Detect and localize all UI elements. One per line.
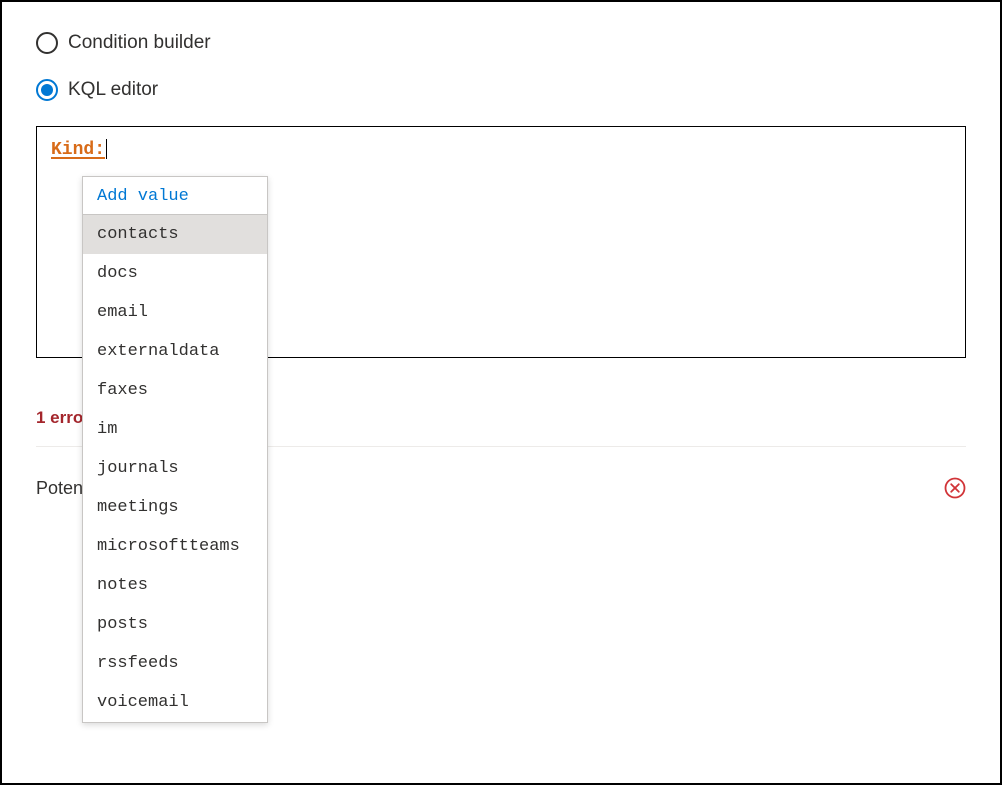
- close-icon[interactable]: [944, 477, 966, 499]
- dropdown-item-journals[interactable]: journals: [83, 449, 267, 488]
- dropdown-header: Add value: [83, 177, 267, 215]
- dropdown-item-posts[interactable]: posts: [83, 605, 267, 644]
- autocomplete-dropdown: Add value contactsdocsemailexternaldataf…: [82, 176, 268, 723]
- dropdown-item-microsoftteams[interactable]: microsoftteams: [83, 527, 267, 566]
- dropdown-item-rssfeeds[interactable]: rssfeeds: [83, 644, 267, 683]
- dropdown-item-email[interactable]: email: [83, 293, 267, 332]
- dropdown-item-meetings[interactable]: meetings: [83, 488, 267, 527]
- dropdown-item-im[interactable]: im: [83, 410, 267, 449]
- editor-token-kind: Kind:: [51, 140, 105, 160]
- radio-condition-builder[interactable]: Condition builder: [36, 32, 966, 54]
- radio-label-kql-editor: KQL editor: [68, 79, 158, 101]
- text-cursor-icon: [106, 139, 107, 159]
- radio-inner-dot-icon: [41, 84, 53, 96]
- dropdown-item-faxes[interactable]: faxes: [83, 371, 267, 410]
- dropdown-item-contacts[interactable]: contacts: [83, 215, 267, 254]
- dropdown-item-externaldata[interactable]: externaldata: [83, 332, 267, 371]
- radio-circle-unchecked-icon: [36, 32, 58, 54]
- radio-circle-checked-icon: [36, 79, 58, 101]
- dropdown-item-notes[interactable]: notes: [83, 566, 267, 605]
- dropdown-item-voicemail[interactable]: voicemail: [83, 683, 267, 722]
- dropdown-list: contactsdocsemailexternaldatafaxesimjour…: [83, 215, 267, 722]
- radio-label-condition-builder: Condition builder: [68, 32, 211, 54]
- dropdown-item-docs[interactable]: docs: [83, 254, 267, 293]
- radio-kql-editor[interactable]: KQL editor: [36, 79, 966, 101]
